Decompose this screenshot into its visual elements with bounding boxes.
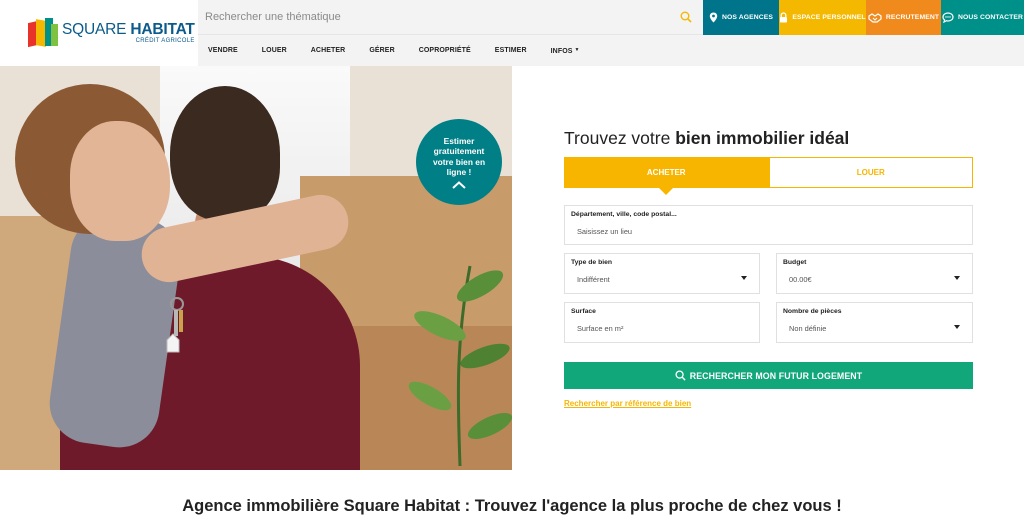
location-input[interactable]: Saisissez un lieu: [571, 227, 966, 236]
budget-select[interactable]: Budget 00.00€: [776, 253, 973, 294]
logo[interactable]: SQUARE HABITAT CRÉDIT AGRICOLE: [0, 0, 198, 66]
budget-label: Budget: [783, 259, 807, 266]
estimate-online-label: Estimer gratuitement votre bien en ligne…: [432, 135, 486, 178]
search-panel-title: Trouvez votre bien immobilier idéal: [564, 128, 849, 149]
lock-icon: [780, 12, 788, 23]
search-icon: [675, 370, 686, 381]
nav-item-louer[interactable]: LOUER: [262, 47, 287, 54]
property-type-value: Indifférent: [577, 275, 610, 284]
tab-louer[interactable]: LOUER: [768, 157, 973, 188]
logo-name-bold: HABITAT: [130, 20, 195, 38]
surface-input[interactable]: Surface en m²: [571, 324, 753, 333]
main-nav: VENDRE LOUER ACHETER GÉRER COPROPRIÉTÉ E…: [198, 35, 1024, 66]
rooms-label: Nombre de pièces: [783, 308, 842, 315]
agency-section-heading: Agence immobilière Square Habitat : Trou…: [182, 497, 842, 515]
property-type-label: Type de bien: [571, 259, 613, 266]
property-type-select[interactable]: Type de bien Indifférent: [564, 253, 760, 294]
espace-personnel-button[interactable]: ESPACE PERSONNEL: [779, 0, 866, 35]
chevron-up-icon: [452, 180, 466, 189]
location-field[interactable]: Département, ville, code postal... Saisi…: [564, 205, 973, 245]
caret-down-icon: [954, 325, 960, 329]
rooms-select[interactable]: Nombre de pièces Non définie: [776, 302, 973, 343]
map-pin-icon: [709, 12, 718, 23]
nav-item-infos[interactable]: INFOS ▼: [551, 47, 580, 55]
logo-tagline: CRÉDIT AGRICOLE: [135, 38, 195, 45]
location-label: Département, ville, code postal...: [571, 211, 677, 218]
search-icon: [680, 11, 692, 23]
nav-item-gerer[interactable]: GÉRER: [369, 47, 394, 54]
recrutement-button[interactable]: RECRUTEMENT: [866, 0, 941, 35]
logo-text: SQUARE HABITAT CRÉDIT AGRICOLE: [62, 22, 195, 45]
search-button[interactable]: [668, 0, 703, 35]
nav-item-copropriete[interactable]: COPROPRIÉTÉ: [419, 47, 471, 54]
site-search: [198, 0, 703, 35]
nav-item-infos-label: INFOS: [550, 47, 573, 55]
search-property-label: RECHERCHER MON FUTUR LOGEMENT: [689, 370, 863, 381]
caret-down-icon: [954, 276, 960, 280]
search-property-button[interactable]: RECHERCHER MON FUTUR LOGEMENT: [564, 362, 973, 389]
search-panel-title-bold: bien immobilier idéal: [675, 128, 850, 148]
nav-item-acheter[interactable]: ACHETER: [311, 47, 346, 54]
nos-agences-button[interactable]: NOS AGENCES: [703, 0, 779, 35]
budget-value: 00.00€: [789, 275, 812, 284]
estimate-online-button[interactable]: Estimer gratuitement votre bien en ligne…: [416, 119, 502, 205]
search-by-reference-link[interactable]: Rechercher par référence de bien: [564, 399, 691, 408]
keys-icon: [166, 297, 184, 353]
handshake-icon: [868, 12, 882, 23]
chat-bubble-icon: [942, 12, 954, 23]
logo-name-light: SQUARE: [62, 20, 131, 38]
nav-item-estimer[interactable]: ESTIMER: [495, 47, 527, 54]
rooms-value: Non définie: [789, 324, 827, 333]
surface-field[interactable]: Surface Surface en m²: [564, 302, 760, 343]
chevron-down-icon: ▼: [574, 46, 580, 53]
caret-down-icon: [741, 276, 747, 280]
quick-links: NOS AGENCES ESPACE PERSONNEL RECRUTEMENT…: [703, 0, 1024, 35]
nous-contacter-button[interactable]: NOUS CONTACTER: [941, 0, 1024, 35]
recrutement-label: RECRUTEMENT: [885, 14, 940, 21]
nav-item-vendre[interactable]: VENDRE: [208, 47, 238, 54]
nos-agences-label: NOS AGENCES: [721, 14, 774, 21]
transaction-tabs: ACHETER LOUER: [564, 157, 973, 195]
search-panel-title-regular: Trouvez votre: [564, 128, 676, 148]
nous-contacter-label: NOUS CONTACTER: [957, 14, 1024, 21]
tab-acheter[interactable]: ACHETER: [564, 157, 769, 195]
espace-personnel-label: ESPACE PERSONNEL: [792, 14, 866, 21]
search-input[interactable]: [198, 0, 668, 34]
surface-label: Surface: [571, 308, 596, 315]
square-habitat-logo-icon: [28, 18, 58, 48]
